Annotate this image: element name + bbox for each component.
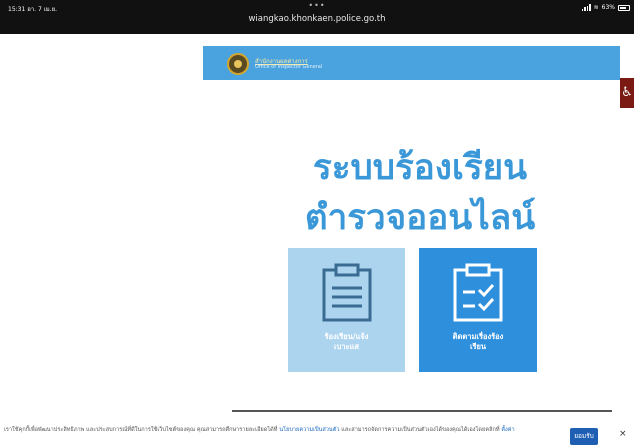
accept-cookies-button[interactable]: ยอมรับ (570, 428, 598, 445)
address-bar-url[interactable]: wiangkao.khonkaen.police.go.th (0, 14, 634, 24)
report-complaint-card[interactable]: ร้องเรียน/แจ้ง เบาะแส (288, 248, 405, 372)
wheelchair-icon[interactable]: ♿ (620, 78, 634, 108)
track-complaint-card[interactable]: ติดตามเรื่องร้อง เรียน (419, 248, 537, 372)
cookie-consent-bar: เราใช้คุกกี้เพื่อพัฒนาประสิทธิภาพ และประ… (0, 414, 634, 446)
page-title-line2: ตำรวจออนไลน์ (304, 198, 536, 238)
track-complaint-label: ติดตามเรื่องร้อง เรียน (452, 332, 504, 351)
page-title-line1: ระบบร้องเรียน (312, 148, 528, 188)
battery-percent: 63% (601, 4, 615, 11)
close-icon[interactable]: × (619, 429, 627, 439)
status-indicators: ≋ 63% (581, 4, 630, 11)
privacy-policy-link[interactable]: นโยบายความเป็นส่วนตัว (279, 427, 339, 433)
report-complaint-label: ร้องเรียน/แจ้ง เบาะแส (324, 332, 369, 351)
clipboard-icon (322, 263, 371, 322)
site-header-banner: สำนักงานผลต่างการ Office of Inspector Ge… (203, 46, 620, 80)
org-name-english: Office of Inspector General (255, 64, 323, 70)
police-seal-logo[interactable] (227, 53, 249, 75)
clipboard-check-icon (453, 263, 503, 322)
cookie-settings-link[interactable]: ตั้งค่า (501, 427, 514, 433)
status-bar: 15:31 อา. 7 เม.ย. ••• wiangkao.khonkaen.… (0, 0, 634, 34)
cookie-message: เราใช้คุกกี้เพื่อพัฒนาประสิทธิภาพ และประ… (4, 427, 515, 433)
signal-icon (581, 4, 591, 11)
battery-icon (618, 4, 630, 11)
more-dots-icon[interactable]: ••• (0, 1, 634, 10)
wifi-icon: ≋ (593, 4, 599, 11)
content-divider (232, 410, 612, 412)
